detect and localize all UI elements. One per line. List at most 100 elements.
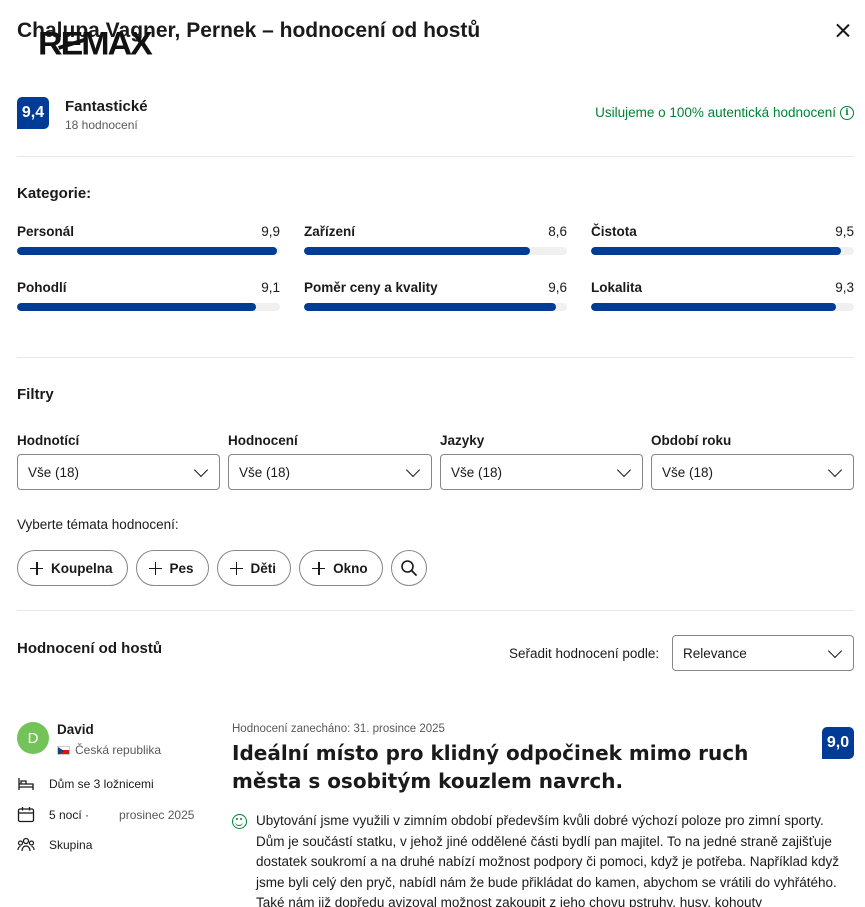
calendar-icon [17, 807, 35, 823]
chevron-down-icon [827, 462, 843, 477]
filter-label-reviewers: Hodnotící [17, 433, 80, 448]
category-name: Lokalita [591, 280, 643, 295]
category-bar-fill [591, 303, 836, 311]
chevron-down-icon [616, 462, 632, 477]
select-value: Relevance [683, 645, 747, 661]
category-score: 9,6 [548, 280, 567, 295]
bed-icon [18, 778, 34, 790]
smile-icon [232, 814, 247, 829]
authentic-reviews-link[interactable]: Usilujeme o 100% autentická hodnocení i [595, 105, 854, 120]
chip-label: Děti [250, 560, 277, 576]
chip-label: Pes [169, 560, 194, 576]
select-value: Vše (18) [239, 464, 291, 480]
plus-icon [148, 561, 162, 575]
category-comfort: Pohodlí 9,1 [17, 280, 280, 311]
category-bar-fill [17, 303, 257, 311]
season-select[interactable]: Vše (18) [651, 454, 854, 490]
close-icon[interactable] [832, 20, 854, 42]
remax-logo: REMAX [38, 25, 153, 63]
topic-chip-window[interactable]: Okno [299, 550, 383, 586]
reviewers-select[interactable]: Vše (18) [17, 454, 220, 490]
category-score: 8,6 [548, 224, 567, 239]
category-score: 9,5 [835, 224, 854, 239]
category-score: 9,9 [261, 224, 280, 239]
reviews-title: Hodnocení od hostů [17, 640, 162, 657]
chip-label: Okno [333, 560, 368, 576]
review-title: Ideální místo pro klidný odpočinek mimo … [232, 741, 749, 793]
topic-chip-kids[interactable]: Děti [216, 550, 292, 586]
traveler-type-text: Skupina [49, 837, 93, 852]
filters-title: Filtry [17, 386, 54, 403]
overall-score-badge: 9,4 [17, 97, 49, 129]
category-score: 9,1 [261, 280, 280, 295]
topic-search-button[interactable] [390, 550, 427, 586]
country-name: Česká republika [75, 743, 162, 757]
category-facilities: Zařízení 8,6 [304, 224, 567, 255]
review-text: Ubytování jsme využili v zimním období p… [256, 813, 840, 907]
filter-label-scores: Hodnocení [228, 433, 298, 448]
category-bar [17, 303, 280, 311]
review-score-badge: 9,0 [822, 727, 854, 759]
category-score: 9,3 [835, 280, 854, 295]
category-bar [591, 303, 854, 311]
category-name: Zařízení [304, 224, 356, 239]
category-value-for-money: Poměr ceny a kvality 9,6 [304, 280, 567, 311]
traveler-type: Skupina [17, 836, 92, 853]
category-staff: Personál 9,9 [17, 224, 280, 255]
room-type: Dům se 3 ložnicemi [17, 776, 154, 792]
scores-select[interactable]: Vše (18) [228, 454, 432, 490]
category-name: Personál [17, 224, 75, 239]
chip-label: Koupelna [51, 560, 113, 576]
category-bar [591, 247, 854, 255]
categories-title: Kategorie: [17, 185, 92, 202]
category-cleanliness: Čistota 9,5 [591, 224, 854, 255]
topic-chips: Koupelna Pes Děti Okno [17, 550, 427, 586]
sort-select[interactable]: Relevance [672, 635, 854, 671]
stay-date: prosinec 2025 [119, 807, 195, 822]
select-value: Vše (18) [662, 464, 714, 480]
category-name: Pohodlí [17, 280, 67, 295]
select-value: Vše (18) [451, 464, 503, 480]
authentic-reviews-text: Usilujeme o 100% autentická hodnocení [595, 105, 836, 120]
select-value: Vše (18) [28, 464, 80, 480]
stay-duration: 5 nocí · prosinec 2025 [17, 806, 194, 823]
category-bar-fill [591, 247, 841, 255]
divider [17, 357, 854, 358]
category-bar [304, 303, 567, 311]
filter-label-languages: Jazyky [440, 433, 485, 448]
plus-icon [30, 561, 43, 575]
reviewer-country: Česká republika [57, 743, 161, 757]
search-icon [400, 560, 417, 576]
review-count: 18 hodnocení [65, 118, 138, 132]
plus-icon [312, 561, 326, 575]
divider [17, 610, 854, 611]
group-icon [17, 837, 35, 852]
category-location: Lokalita 9,3 [591, 280, 854, 311]
topics-label: Vyberte témata hodnocení: [17, 517, 179, 532]
category-name: Čistota [591, 224, 637, 239]
category-bar-fill [304, 303, 557, 311]
category-bar [304, 247, 567, 255]
plus-icon [229, 561, 243, 575]
overall-rating-label: Fantastické [65, 98, 148, 115]
category-name: Poměr ceny a kvality [304, 280, 438, 295]
room-type-text: Dům se 3 ložnicemi [49, 777, 154, 791]
category-bar-fill [17, 247, 278, 255]
divider [17, 156, 854, 157]
sort-label: Seřadit hodnocení podle: [509, 646, 660, 661]
filter-label-season: Období roku [651, 433, 732, 448]
review-date: Hodnocení zanecháno: 31. prosince 2025 [232, 723, 445, 735]
topic-chip-bathroom[interactable]: Koupelna [17, 550, 128, 586]
info-icon[interactable]: i [840, 105, 854, 120]
chevron-down-icon [405, 462, 421, 477]
category-bar [17, 247, 280, 255]
chevron-down-icon [193, 462, 209, 477]
avatar: D [17, 722, 49, 754]
nights-text: 5 nocí · [49, 807, 90, 822]
czech-flag-icon [57, 745, 70, 755]
reviewer-name: David [57, 722, 94, 737]
languages-select[interactable]: Vše (18) [440, 454, 643, 490]
topic-chip-dog[interactable]: Pes [135, 550, 209, 586]
category-bar-fill [304, 247, 531, 255]
chevron-down-icon [827, 643, 843, 658]
